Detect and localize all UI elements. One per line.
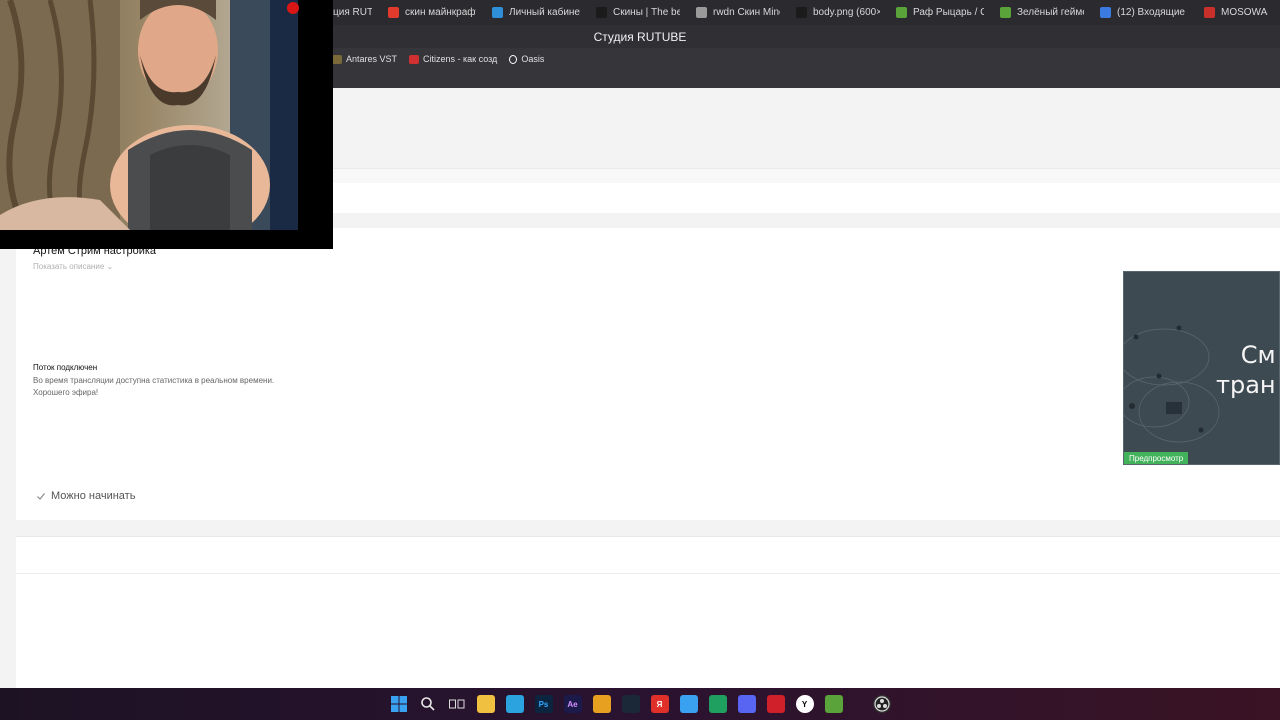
ready-label: Можно начинать (51, 490, 136, 502)
stream-settings-card (16, 228, 1280, 520)
show-description-link[interactable]: Показать описание ⌄ (33, 262, 113, 271)
browser-tab[interactable]: body.png (600×80 (788, 0, 888, 25)
tab-title: скин майнкрафт (405, 7, 476, 18)
task-view-icon[interactable] (448, 695, 466, 713)
browser-tab[interactable]: Скины | The best (588, 0, 688, 25)
recording-indicator-icon (287, 2, 299, 14)
tab-favicon-icon (896, 7, 907, 18)
bookmark-label: Antares VST (346, 54, 398, 64)
stream-status-title: Поток подключен (33, 363, 98, 372)
tab-favicon-icon (696, 7, 707, 18)
discord-icon[interactable] (737, 695, 756, 713)
browser-tab[interactable]: Зелёный геймер (992, 0, 1092, 25)
telegram-icon[interactable] (505, 695, 524, 713)
bookmark-label: Oasis (521, 54, 545, 64)
tab-title: rwdn Скин Minec (713, 7, 780, 18)
tab-favicon-icon (388, 7, 399, 18)
webcam-overlay (0, 0, 333, 249)
steam-icon[interactable] (621, 695, 640, 713)
tab-title: Личный кабинет (509, 7, 580, 18)
tab-favicon-icon (796, 7, 807, 18)
photoshop-icon[interactable]: Ps (534, 695, 553, 713)
yandex-icon[interactable]: Я (650, 695, 669, 713)
bookmark-item[interactable]: Oasis (509, 52, 544, 66)
tab-favicon-icon (596, 7, 607, 18)
ready-indicator: Можно начинать (36, 490, 135, 502)
preview-text-line: тран (1216, 371, 1276, 399)
browser-tab[interactable]: rwdn Скин Minec (688, 0, 788, 25)
browser-tab[interactable]: ция RUTUBE (325, 0, 380, 25)
bookmark-item[interactable]: Antares VST (332, 52, 397, 66)
preview-overlay-text: См тран (1216, 340, 1276, 400)
tab-favicon-icon (1204, 7, 1215, 18)
tab-title: ция RUTUBE (333, 7, 372, 18)
app-green-icon[interactable] (708, 695, 727, 713)
tab-title: MOSOWAS (1221, 7, 1268, 18)
browser-tab[interactable]: Раф Рыцарь / Ски (888, 0, 992, 25)
tab-title: Скины | The best (613, 7, 680, 18)
minecraft-icon[interactable] (824, 695, 843, 713)
stream-status-text: Во время трансляции доступна статистика … (33, 376, 275, 385)
bookmark-favicon-icon (409, 54, 420, 64)
obs-icon[interactable] (872, 695, 891, 713)
search-icon[interactable] (419, 695, 437, 713)
window-title: Студия RUTUBE (593, 29, 687, 44)
stream-status-wish: Хорошего эфира! (33, 388, 99, 397)
chrome-icon[interactable] (592, 695, 611, 713)
browser-tab[interactable]: MOSOWAS (1196, 0, 1276, 25)
after-effects-icon[interactable]: Ae (563, 695, 582, 713)
preview-text-line: См (1240, 341, 1276, 369)
browser-tab[interactable]: Личный кабинет (484, 0, 588, 25)
bookmark-label: Citizens - как созд (423, 54, 498, 64)
opera-icon[interactable] (766, 695, 785, 713)
windows-start-icon[interactable] (390, 695, 408, 713)
bookmark-item[interactable]: Citizens - как созд (409, 52, 497, 66)
file-explorer-icon[interactable] (476, 695, 495, 713)
yandex-browser-icon[interactable]: Y (795, 695, 814, 713)
tab-favicon-icon (1100, 7, 1111, 18)
windows-taskbar: Ps Ae Я Y (0, 688, 1280, 720)
tab-favicon-icon (492, 7, 503, 18)
webcam-feed-image (0, 0, 333, 249)
checkmark-icon (37, 493, 45, 500)
tab-title: (12) Входящие - Г (1117, 7, 1188, 18)
browser-tab[interactable]: (12) Входящие - Г (1092, 0, 1196, 25)
bookmark-favicon-icon (332, 54, 342, 64)
tab-title: Зелёный геймер (1017, 7, 1084, 18)
tab-favicon-icon (1000, 7, 1011, 18)
tab-title: body.png (600×80 (813, 7, 880, 18)
browser-tab[interactable]: скин майнкрафт (380, 0, 484, 25)
idle-icon[interactable] (854, 695, 862, 713)
secondary-card (16, 536, 1280, 688)
divider (16, 573, 1280, 574)
preview-badge: Предпросмотр (1124, 452, 1189, 464)
tab-title: Раф Рыцарь / Ски (913, 7, 984, 18)
bookmark-favicon-icon (509, 54, 518, 64)
stream-preview[interactable]: См тран Предпросмотр (1123, 271, 1280, 465)
monitor-icon[interactable] (679, 695, 698, 713)
